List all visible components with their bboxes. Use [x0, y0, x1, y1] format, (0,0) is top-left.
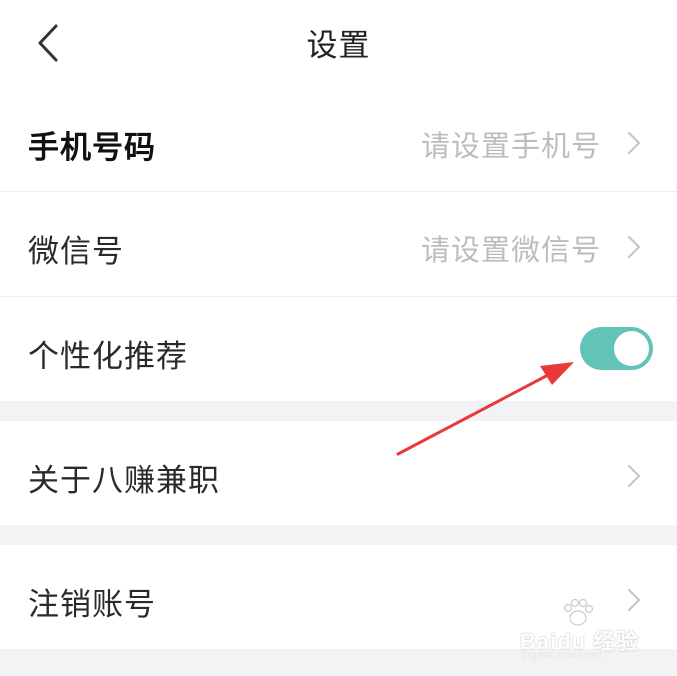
baidu-watermark: Baidu 经验 jingyan.baidu.com: [520, 598, 660, 664]
chevron-right-icon: [628, 465, 640, 487]
personalized-recommendation-row: 个性化推荐: [0, 297, 677, 401]
wechat-row[interactable]: 微信号 请设置微信号: [0, 192, 677, 296]
page-title: 设置: [306, 28, 371, 64]
nav-header: 设置: [0, 0, 677, 88]
phone-number-label: 手机号码: [28, 130, 156, 166]
personalized-recommendation-toggle[interactable]: [580, 327, 653, 370]
personalized-recommendation-label: 个性化推荐: [28, 339, 188, 375]
wechat-label: 微信号: [28, 234, 124, 270]
settings-page: 设置 手机号码 请设置手机号 微信号 请设置微信号 个性化推荐 关于八赚兼职 注…: [0, 0, 677, 676]
about-row[interactable]: 关于八赚兼职: [0, 421, 677, 525]
phone-number-value: 请设置手机号: [420, 129, 601, 163]
wechat-value: 请设置微信号: [420, 233, 601, 267]
deactivate-account-label: 注销账号: [28, 587, 156, 623]
watermark-url: jingyan.baidu.com: [522, 650, 603, 661]
chevron-right-icon: [628, 236, 640, 258]
phone-number-row[interactable]: 手机号码 请设置手机号: [0, 88, 677, 192]
about-label: 关于八赚兼职: [28, 463, 220, 499]
toggle-knob: [614, 331, 649, 366]
chevron-right-icon: [628, 132, 640, 154]
